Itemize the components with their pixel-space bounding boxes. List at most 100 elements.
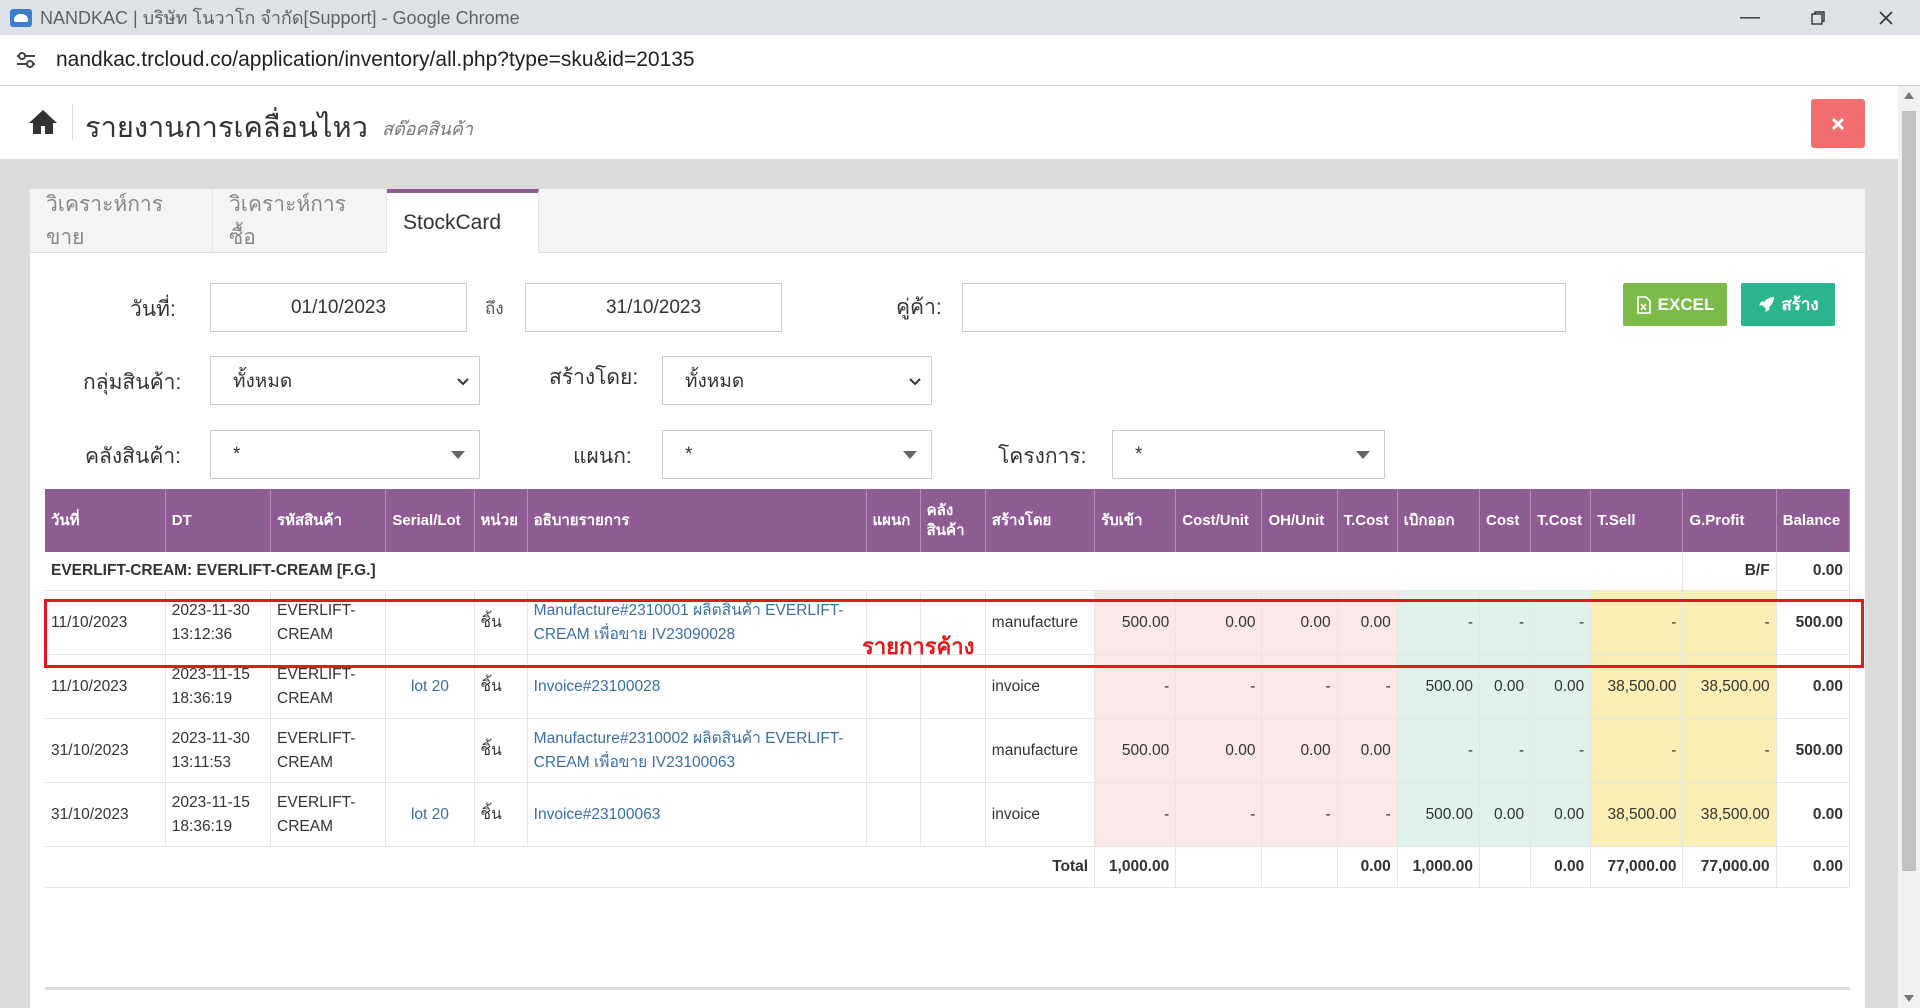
restore-icon[interactable] (1784, 0, 1852, 35)
excel-button[interactable]: EXCEL (1623, 283, 1727, 326)
header-divider (72, 104, 73, 140)
page-scrollbar[interactable] (1898, 86, 1920, 1008)
cell-code-line1: EVERLIFT- (277, 665, 356, 683)
cell-cost: - (1479, 718, 1532, 783)
warehouse-select[interactable]: * (210, 430, 480, 479)
cell-department (866, 654, 921, 719)
cell-created-by: invoice (985, 654, 1096, 719)
col-header-cost: Cost (1479, 489, 1532, 552)
partner-label: คู่ค้า: (896, 296, 942, 319)
total-cost-unit (1175, 846, 1263, 888)
department-select[interactable]: * (662, 430, 932, 479)
document-link[interactable]: Manufacture#2310001 ผลิตสินค้า EVERLIFT-… (534, 602, 844, 643)
col-header-dt: DT (165, 489, 272, 552)
url-text[interactable]: nandkac.trcloud.co/application/inventory… (56, 48, 695, 72)
pending-annotation: รายการค้าง (862, 634, 975, 659)
group-select-value: ทั้งหมด (233, 370, 293, 392)
col-header-balance: Balance (1776, 489, 1851, 552)
home-icon[interactable] (28, 108, 58, 136)
col-header-t-cost-out: T.Cost (1530, 489, 1592, 552)
cell-cost: - (1479, 590, 1532, 655)
cell-cost-unit: - (1175, 654, 1263, 719)
total-g-profit: 77,000.00 (1682, 846, 1777, 888)
col-header-t-sell: T.Sell (1590, 489, 1684, 552)
department-label: แผนก: (573, 445, 632, 468)
tab-bar: วิเคราะห์การขาย วิเคราะห์การซื้อ StockCa… (30, 189, 1865, 253)
cell-lot[interactable] (385, 590, 475, 655)
created-by-select[interactable]: ทั้งหมด (662, 356, 932, 405)
cell-cost-unit: 0.00 (1175, 590, 1263, 655)
cell-t-cost-in: 0.00 (1337, 718, 1398, 783)
cell-out: 500.00 (1397, 654, 1480, 719)
close-window-icon[interactable] (1852, 0, 1920, 35)
cell-t-cost-in: - (1337, 782, 1398, 847)
scroll-up-icon[interactable] (1904, 92, 1914, 99)
col-header-g-profit: G.Profit (1682, 489, 1777, 552)
date-to-input[interactable]: 31/10/2023 (525, 283, 782, 332)
cell-t-cost-out: 0.00 (1530, 782, 1592, 847)
scroll-thumb[interactable] (1902, 111, 1916, 871)
cell-in: 500.00 (1094, 590, 1177, 655)
date-from-input[interactable]: 01/10/2023 (210, 283, 467, 332)
cell-t-sell: 38,500.00 (1590, 782, 1684, 847)
created-by-label: สร้างโดย: (549, 366, 639, 389)
col-header-unit: หน่วย (474, 489, 528, 552)
cell-t-sell: - (1590, 718, 1684, 783)
cell-t-sell: - (1590, 590, 1684, 655)
cell-dt: 2023-11-15 18:36:19 (165, 654, 272, 719)
group-select[interactable]: ทั้งหมด (210, 356, 480, 405)
cell-oh-unit: 0.00 (1261, 718, 1338, 783)
close-button[interactable] (1811, 99, 1865, 148)
lot-link[interactable]: lot 20 (411, 806, 449, 823)
cell-dt-time: 18:36:19 (171, 817, 233, 835)
table-row: 11/10/2023 2023-11-15 18:36:19 EVERLIFT- C… (45, 654, 1851, 719)
cell-code-line1: EVERLIFT- (277, 601, 356, 619)
warehouse-label: คลังสินค้า: (85, 445, 182, 468)
caret-down-icon (903, 451, 917, 459)
cell-description[interactable]: Manufacture#2310001 ผลิตสินค้า EVERLIFT-… (527, 590, 867, 655)
minimize-icon[interactable]: — (1716, 0, 1784, 35)
cell-dt-time: 18:36:19 (171, 689, 233, 707)
cell-t-cost-in: 0.00 (1337, 590, 1398, 655)
excel-file-icon (1636, 295, 1651, 314)
total-cost (1479, 846, 1532, 888)
caret-down-icon (451, 451, 465, 459)
cell-created-by: invoice (985, 782, 1096, 847)
cell-description[interactable]: Invoice#23100063 (527, 782, 867, 847)
date-label: วันที่: (130, 298, 176, 321)
partner-input[interactable] (962, 283, 1566, 332)
cell-dt: 2023-11-30 13:11:53 (165, 718, 272, 783)
cell-department (866, 718, 921, 783)
create-button[interactable]: สร้าง (1741, 283, 1835, 326)
document-link[interactable]: Invoice#23100063 (534, 806, 661, 823)
document-link[interactable]: Invoice#23100028 (534, 678, 661, 695)
department-select-value: * (685, 443, 693, 465)
cell-dt: 2023-11-30 13:12:36 (165, 590, 272, 655)
lot-link[interactable]: lot 20 (411, 678, 449, 695)
stockcard-table: วันที่ DT รหัสสินค้า Serial/Lot หน่วย อธ… (45, 489, 1851, 888)
tab-purchase-analysis[interactable]: วิเคราะห์การซื้อ (213, 189, 387, 252)
caret-down-icon (1356, 451, 1370, 459)
chevron-down-icon (909, 378, 921, 386)
cell-code-line2: CREAM (277, 625, 334, 643)
tab-stockcard[interactable]: StockCard (387, 189, 539, 253)
cell-lot[interactable] (385, 718, 475, 783)
scroll-down-icon[interactable] (1904, 995, 1914, 1002)
product-group-row: EVERLIFT-CREAM: EVERLIFT-CREAM [F.G.] B/… (45, 552, 1851, 591)
cell-warehouse (920, 654, 986, 719)
cell-dt-time: 13:12:36 (171, 625, 233, 643)
cell-lot[interactable]: lot 20 (385, 782, 475, 847)
project-select[interactable]: * (1112, 430, 1385, 479)
document-link[interactable]: Manufacture#2310002 ผลิตสินค้า EVERLIFT-… (534, 730, 844, 771)
cell-description[interactable]: Invoice#23100028 (527, 654, 867, 719)
cell-cost: 0.00 (1479, 782, 1532, 847)
cell-code: EVERLIFT- CREAM (270, 590, 387, 655)
tab-sales-analysis[interactable]: วิเคราะห์การขาย (30, 189, 213, 252)
cell-oh-unit: - (1261, 654, 1338, 719)
site-settings-icon[interactable] (14, 48, 38, 72)
cell-description[interactable]: Manufacture#2310002 ผลิตสินค้า EVERLIFT-… (527, 718, 867, 783)
rocket-icon (1759, 296, 1775, 312)
cell-unit: ชิ้น (474, 590, 528, 655)
cell-lot[interactable]: lot 20 (385, 654, 475, 719)
cell-t-cost-out: - (1530, 718, 1592, 783)
